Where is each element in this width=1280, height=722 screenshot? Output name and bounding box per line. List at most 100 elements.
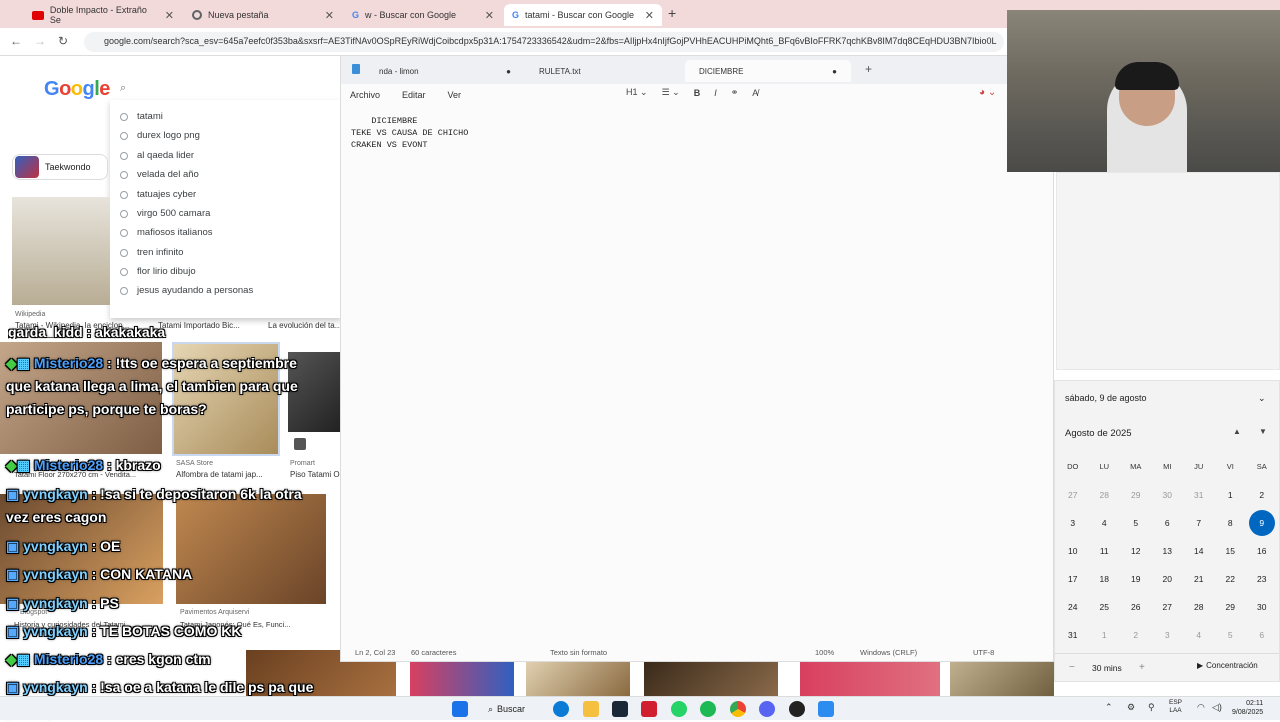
chat-username[interactable]: yvngkayn — [23, 595, 88, 611]
focus-button[interactable]: ▶ Concentración — [1197, 661, 1258, 670]
steam-icon[interactable] — [612, 701, 628, 717]
image-result[interactable] — [410, 662, 514, 696]
calendar-day[interactable]: 2 — [1120, 621, 1152, 649]
back-icon[interactable]: ← — [10, 34, 22, 48]
calendar-day[interactable]: 31 — [1057, 621, 1089, 649]
calendar-day[interactable]: 12 — [1120, 537, 1152, 565]
calendar-day[interactable]: 14 — [1183, 537, 1215, 565]
close-icon[interactable]: ✕ — [645, 9, 654, 22]
calendar-day[interactable]: 4 — [1089, 509, 1121, 537]
new-tab-button[interactable]: + — [865, 62, 872, 76]
calendar-day[interactable]: 3 — [1152, 621, 1184, 649]
save-icon[interactable] — [294, 438, 306, 450]
calendar-day[interactable]: 15 — [1215, 537, 1247, 565]
calendar-day[interactable]: 29 — [1120, 481, 1152, 509]
notepad-text-area[interactable]: DICIEMBRE TEKE VS CAUSA DE CHICHO CRAKEN… — [351, 115, 468, 151]
suggestion-item[interactable]: jesus ayudando a personas — [120, 281, 253, 300]
calendar-day[interactable]: 17 — [1057, 565, 1089, 593]
reload-icon[interactable]: ↻ — [58, 34, 68, 48]
suggestion-item[interactable]: virgo 500 camara — [120, 204, 210, 223]
image-result[interactable] — [800, 662, 940, 696]
suggestion-item[interactable]: al qaeda lider — [120, 146, 194, 165]
google-logo[interactable]: Google — [44, 78, 110, 101]
calendar-day[interactable]: 22 — [1215, 565, 1247, 593]
image-result[interactable] — [644, 662, 778, 696]
calendar-day[interactable]: 27 — [1152, 593, 1184, 621]
notepad-tab[interactable]: nda - limon ● — [365, 60, 525, 82]
notepad-tab-active[interactable]: DICIEMBRE ● — [685, 60, 851, 82]
chevron-up-icon[interactable]: ▲ — [1233, 427, 1241, 436]
increase-button[interactable]: + — [1139, 662, 1145, 673]
calendar-day[interactable]: 8 — [1215, 509, 1247, 537]
calendar-day[interactable]: 1 — [1215, 481, 1247, 509]
image-result[interactable] — [526, 662, 630, 696]
edge-icon[interactable] — [553, 701, 569, 717]
suggestion-item[interactable]: mafiosos italianos — [120, 223, 213, 242]
calendar-day-today[interactable]: 9 — [1248, 510, 1275, 536]
calendar-day[interactable]: 4 — [1183, 621, 1215, 649]
tab-youtube[interactable]: Doble Impacto - Extraño Se ✕ — [24, 4, 182, 26]
spotify-icon[interactable] — [700, 701, 716, 717]
calendar-day[interactable]: 19 — [1120, 565, 1152, 593]
calendar-day[interactable]: 24 — [1057, 593, 1089, 621]
discord-icon[interactable] — [759, 701, 775, 717]
taskbar-search[interactable]: ⌕ Buscar — [488, 700, 525, 718]
tab-google-w[interactable]: G w - Buscar con Google ✕ — [344, 4, 502, 26]
calendar-day[interactable]: 13 — [1152, 537, 1184, 565]
close-icon[interactable]: ✕ — [165, 9, 174, 22]
calendar-day[interactable]: 28 — [1183, 593, 1215, 621]
heading-dropdown[interactable]: H1 ⌄ — [626, 87, 648, 98]
calendar-day[interactable]: 10 — [1057, 537, 1089, 565]
calendar-day[interactable]: 20 — [1152, 565, 1184, 593]
calendar-day[interactable]: 29 — [1215, 593, 1247, 621]
chevron-up-icon[interactable]: ⌃ — [1105, 702, 1113, 713]
menu-archivo[interactable]: Archivo — [350, 90, 380, 100]
wifi-icon[interactable]: ◠ — [1197, 702, 1205, 713]
calendar-day[interactable]: 25 — [1089, 593, 1121, 621]
calendar-day[interactable]: 23 — [1246, 565, 1278, 593]
forward-icon[interactable]: → — [34, 34, 46, 48]
chat-username[interactable]: Misterio28 — [34, 457, 103, 473]
calendar-day[interactable]: 7 — [1183, 509, 1215, 537]
suggestion-item[interactable]: tatuajes cyber — [120, 185, 196, 204]
clear-format-icon[interactable]: A̸ — [752, 88, 758, 98]
close-icon[interactable]: ✕ — [325, 9, 334, 22]
chrome-icon[interactable] — [730, 701, 746, 717]
unsaved-dot-icon[interactable]: ● — [506, 67, 511, 76]
calendar-day[interactable]: 5 — [1215, 621, 1247, 649]
chat-username[interactable]: yvngkayn — [23, 566, 88, 582]
calendar-day[interactable]: 27 — [1057, 481, 1089, 509]
calendar-day[interactable]: 31 — [1183, 481, 1215, 509]
calendar-day[interactable]: 18 — [1089, 565, 1121, 593]
calendar-day[interactable]: 21 — [1183, 565, 1215, 593]
wps-icon[interactable] — [641, 701, 657, 717]
close-icon[interactable]: ✕ — [485, 9, 494, 22]
suggestion-item[interactable]: tren infinito — [120, 243, 183, 262]
calendar-day[interactable]: 5 — [1120, 509, 1152, 537]
volume-icon[interactable]: ◁) — [1212, 702, 1222, 713]
calendar-month[interactable]: Agosto de 2025 — [1065, 428, 1132, 439]
chevron-down-icon[interactable]: ▼ — [1259, 427, 1267, 436]
address-bar[interactable]: google.com/search?sca_esv=645a7eefc0f353… — [84, 32, 1004, 52]
calendar-day[interactable]: 3 — [1057, 509, 1089, 537]
image-result[interactable] — [12, 197, 110, 305]
calendar-day[interactable]: 26 — [1120, 593, 1152, 621]
copilot-icon[interactable]: ◕ ⌄ — [979, 87, 996, 98]
new-tab-button[interactable]: + — [668, 5, 676, 21]
chat-username[interactable]: yvngkayn — [23, 623, 88, 639]
italic-icon[interactable]: I — [714, 88, 717, 98]
image-result[interactable] — [950, 662, 1054, 696]
suggestion-item[interactable]: velada del año — [120, 165, 199, 184]
search-input[interactable]: ⌕ — [110, 76, 342, 102]
status-zoom[interactable]: 100% — [815, 648, 834, 657]
menu-editar[interactable]: Editar — [402, 90, 426, 100]
suggestion-item[interactable]: tatami — [120, 107, 163, 126]
calendar-day[interactable]: 28 — [1089, 481, 1121, 509]
bold-icon[interactable]: B — [694, 88, 701, 98]
chat-username[interactable]: Misterio28 — [34, 355, 103, 371]
chat-username[interactable]: yvngkayn — [23, 486, 88, 502]
usb-icon[interactable]: ⚲ — [1148, 702, 1155, 713]
windows-start-icon[interactable] — [452, 701, 468, 717]
tab-new-tab[interactable]: Nueva pestaña ✕ — [184, 4, 342, 26]
calendar-day[interactable]: 16 — [1246, 537, 1278, 565]
